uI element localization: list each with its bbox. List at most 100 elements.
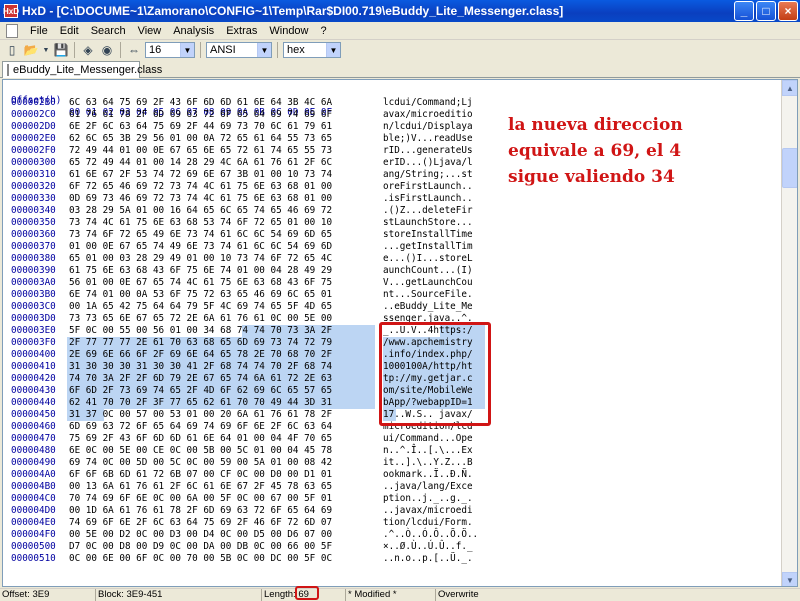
- row-ascii[interactable]: .isFirstLaunch..: [383, 193, 473, 205]
- row-ascii[interactable]: ..n.o..p.[..Ü._.: [383, 553, 473, 565]
- save-icon[interactable]: 💾: [53, 42, 69, 58]
- row-ascii[interactable]: aunchCount...(I): [383, 265, 473, 277]
- hex-row[interactable]: 000003C0 00 1A 65 42 75 64 64 79 5F 4C 69…: [3, 301, 783, 313]
- bytes-per-row-select[interactable]: 16 ▼: [145, 42, 195, 58]
- row-bytes[interactable]: D7 0C 00 D8 00 D9 0C 00 DA 00 DB 0C 00 6…: [69, 541, 332, 553]
- hex-row[interactable]: 000004C0 70 74 69 6F 6E 0C 00 6A 00 5F 0C…: [3, 493, 783, 505]
- close-button[interactable]: ×: [778, 1, 798, 21]
- row-bytes[interactable]: 0C 00 6E 00 6F 0C 00 70 00 5B 0C 00 DC 0…: [69, 553, 332, 565]
- hex-row[interactable]: 00000510 0C 00 6E 00 6F 0C 00 70 00 5B 0C…: [3, 553, 783, 565]
- new-icon[interactable]: ▯: [4, 42, 20, 58]
- row-bytes[interactable]: 62 41 70 70 2F 3F 77 65 62 61 70 70 49 4…: [69, 397, 332, 409]
- row-bytes[interactable]: 56 01 00 0E 67 65 74 4C 61 75 6E 63 68 4…: [69, 277, 332, 289]
- hex-row[interactable]: 00000380 65 01 00 03 28 29 49 01 00 10 73…: [3, 253, 783, 265]
- hex-row[interactable]: 00000470 75 69 2F 43 6F 6D 6D 61 6E 64 01…: [3, 433, 783, 445]
- hex-row[interactable]: 000004A0 6F 6F 6B 6D 61 72 6B 07 00 CF 0C…: [3, 469, 783, 481]
- hex-row[interactable]: 000002B0 6C 63 64 75 69 2F 43 6F 6D 6D 61…: [3, 97, 783, 109]
- hex-editor[interactable]: Offset(h) 00 01 02 03 04 05 06 07 08 09 …: [2, 79, 798, 587]
- hex-row[interactable]: 00000490 69 74 0C 00 5D 00 5C 0C 00 59 00…: [3, 457, 783, 469]
- row-bytes[interactable]: 2F 77 77 77 2E 61 70 63 68 65 6D 69 73 7…: [69, 337, 332, 349]
- row-ascii[interactable]: nt...SourceFile.: [383, 289, 473, 301]
- row-bytes[interactable]: 65 01 00 03 28 29 49 01 00 10 73 74 6F 7…: [69, 253, 332, 265]
- row-bytes[interactable]: 01 00 0E 67 65 74 49 6E 73 74 61 6C 6C 5…: [69, 241, 332, 253]
- row-bytes[interactable]: 62 6C 65 3B 29 56 01 00 0A 72 65 61 64 5…: [69, 133, 332, 145]
- row-bytes[interactable]: 6F 6D 2F 73 69 74 65 2F 4D 6F 62 69 6C 6…: [69, 385, 332, 397]
- row-ascii[interactable]: lcdui/Command;Lj: [383, 97, 473, 109]
- menu-window[interactable]: Window: [263, 25, 314, 37]
- row-ascii[interactable]: ui/Command...Ope: [383, 433, 473, 445]
- row-bytes[interactable]: 6E 2F 6C 63 64 75 69 2F 44 69 73 70 6C 6…: [69, 121, 332, 133]
- row-bytes[interactable]: 74 69 6F 6E 2F 6C 63 64 75 69 2F 46 6F 7…: [69, 517, 332, 529]
- row-bytes[interactable]: 2E 69 6E 66 6F 2F 69 6E 64 65 78 2E 70 6…: [69, 349, 332, 361]
- row-ascii[interactable]: ..java/lang/Exce: [383, 481, 473, 493]
- row-ascii[interactable]: stLaunchStore...: [383, 217, 473, 229]
- tab-ebuddy-class[interactable]: eBuddy_Lite_Messenger.class: [2, 61, 162, 78]
- row-bytes[interactable]: 65 72 49 44 01 00 14 28 29 4C 6A 61 76 6…: [69, 157, 332, 169]
- row-ascii[interactable]: ...getInstallTim: [383, 241, 473, 253]
- row-bytes[interactable]: 73 74 6F 72 65 49 6E 73 74 61 6C 6C 54 6…: [69, 229, 332, 241]
- hex-row[interactable]: 00000390 61 75 6E 63 68 43 6F 75 6E 74 01…: [3, 265, 783, 277]
- hex-row[interactable]: 00000480 6E 0C 00 5E 00 CE 0C 00 5B 00 5C…: [3, 445, 783, 457]
- row-bytes[interactable]: 72 49 44 01 00 0E 67 65 6E 65 72 61 74 6…: [69, 145, 332, 157]
- vertical-scrollbar[interactable]: ▲ ▼: [781, 80, 797, 586]
- row-bytes[interactable]: 73 74 4C 61 75 6E 63 68 53 74 6F 72 65 0…: [69, 217, 332, 229]
- open-dropdown-icon[interactable]: ▼: [42, 42, 50, 58]
- maximize-button[interactable]: □: [756, 1, 776, 21]
- display-mode-select[interactable]: hex ▼: [283, 42, 341, 58]
- scrollbar-thumb[interactable]: [782, 148, 797, 188]
- ram-icon[interactable]: ◈: [80, 42, 96, 58]
- row-bytes[interactable]: 75 69 2F 43 6F 6D 6D 61 6E 64 01 00 04 4…: [69, 433, 332, 445]
- charset-select[interactable]: ANSI ▼: [206, 42, 272, 58]
- hex-row[interactable]: 00000340 03 28 29 5A 01 00 16 64 65 6C 65…: [3, 205, 783, 217]
- row-ascii[interactable]: .()Z...deleteFir: [383, 205, 473, 217]
- row-bytes[interactable]: 6E 0C 00 5E 00 CE 0C 00 5B 00 5C 01 00 0…: [69, 445, 332, 457]
- row-ascii[interactable]: ble;)V...readUse: [383, 133, 473, 145]
- row-bytes[interactable]: 61 76 61 78 2F 6D 69 63 72 6F 65 64 69 7…: [69, 109, 332, 121]
- row-bytes[interactable]: 74 70 3A 2F 2F 6D 79 2E 67 65 74 6A 61 7…: [69, 373, 332, 385]
- row-bytes[interactable]: 6F 6F 6B 6D 61 72 6B 07 00 CF 0C 00 D0 0…: [69, 469, 332, 481]
- row-ascii[interactable]: ×..Ø.Ù..Ú.Û..f._: [383, 541, 473, 553]
- row-bytes[interactable]: 61 6E 67 2F 53 74 72 69 6E 67 3B 01 00 1…: [69, 169, 332, 181]
- row-bytes[interactable]: 6F 72 65 46 69 72 73 74 4C 61 75 6E 63 6…: [69, 181, 332, 193]
- menu-edit[interactable]: Edit: [54, 25, 85, 37]
- hex-row[interactable]: 00000330 0D 69 73 46 69 72 73 74 4C 61 75…: [3, 193, 783, 205]
- row-bytes[interactable]: 73 73 65 6E 67 65 72 2E 6A 61 76 61 0C 0…: [69, 313, 332, 325]
- menu-help[interactable]: ?: [315, 25, 333, 37]
- row-ascii[interactable]: ..javax/microedi: [383, 505, 473, 517]
- row-bytes[interactable]: 70 74 69 6F 6E 0C 00 6A 00 5F 0C 00 67 0…: [69, 493, 332, 505]
- title-bar[interactable]: HxD HxD - [C:\DOCUME~1\Zamorano\CONFIG~1…: [0, 0, 800, 22]
- hex-row[interactable]: 000004F0 00 5E 00 D2 0C 00 D3 00 D4 0C 00…: [3, 529, 783, 541]
- hex-row[interactable]: 000004B0 00 13 6A 61 76 61 2F 6C 61 6E 67…: [3, 481, 783, 493]
- row-bytes[interactable]: 03 28 29 5A 01 00 16 64 65 6C 65 74 65 4…: [69, 205, 332, 217]
- row-ascii[interactable]: erID...()Ljava/l: [383, 157, 473, 169]
- hex-row[interactable]: 00000500 D7 0C 00 D8 00 D9 0C 00 DA 00 DB…: [3, 541, 783, 553]
- row-bytes[interactable]: 6E 74 01 00 0A 53 6F 75 72 63 65 46 69 6…: [69, 289, 332, 301]
- row-ascii[interactable]: it..].\..Y.Z...B: [383, 457, 473, 469]
- row-ascii[interactable]: tion/lcdui/Form.: [383, 517, 473, 529]
- disk-icon[interactable]: ◉: [99, 42, 115, 58]
- open-icon[interactable]: 📂: [23, 42, 39, 58]
- row-ascii[interactable]: avax/microeditio: [383, 109, 473, 121]
- row-ascii[interactable]: storeInstallTime: [383, 229, 473, 241]
- row-bytes[interactable]: 69 74 0C 00 5D 00 5C 0C 00 59 00 5A 01 0…: [69, 457, 332, 469]
- row-ascii[interactable]: rID...generateUs: [383, 145, 473, 157]
- row-bytes[interactable]: 31 37 0C 00 57 00 53 01 00 20 6A 61 76 6…: [69, 409, 332, 421]
- hex-row[interactable]: 00000370 01 00 0E 67 65 74 49 6E 73 74 61…: [3, 241, 783, 253]
- menu-view[interactable]: View: [132, 25, 168, 37]
- chevron-down-icon[interactable]: ▼: [180, 43, 194, 57]
- hex-row[interactable]: 000004E0 74 69 6F 6E 2F 6C 63 64 75 69 2F…: [3, 517, 783, 529]
- menu-analysis[interactable]: Analysis: [167, 25, 220, 37]
- row-bytes[interactable]: 0D 69 73 46 69 72 73 74 4C 61 75 6E 63 6…: [69, 193, 332, 205]
- hex-row[interactable]: 000003A0 56 01 00 0E 67 65 74 4C 61 75 6E…: [3, 277, 783, 289]
- hex-row[interactable]: 000003B0 6E 74 01 00 0A 53 6F 75 72 63 65…: [3, 289, 783, 301]
- row-bytes[interactable]: 5F 0C 00 55 00 56 01 00 34 68 74 74 70 7…: [69, 325, 332, 337]
- scroll-up-button[interactable]: ▲: [782, 80, 797, 96]
- row-bytes[interactable]: 31 30 30 30 31 30 30 41 2F 68 74 74 70 2…: [69, 361, 332, 373]
- row-ascii[interactable]: ..eBuddy_Lite_Me: [383, 301, 473, 313]
- menu-extras[interactable]: Extras: [220, 25, 263, 37]
- document-icon[interactable]: [6, 23, 18, 38]
- row-bytes[interactable]: 6C 63 64 75 69 2F 43 6F 6D 6D 61 6E 64 3…: [69, 97, 332, 109]
- row-bytes[interactable]: 00 1D 6A 61 76 61 78 2F 6D 69 63 72 6F 6…: [69, 505, 332, 517]
- row-bytes[interactable]: 61 75 6E 63 68 43 6F 75 6E 74 01 00 04 2…: [69, 265, 332, 277]
- row-ascii[interactable]: ption..j._..g._.: [383, 493, 473, 505]
